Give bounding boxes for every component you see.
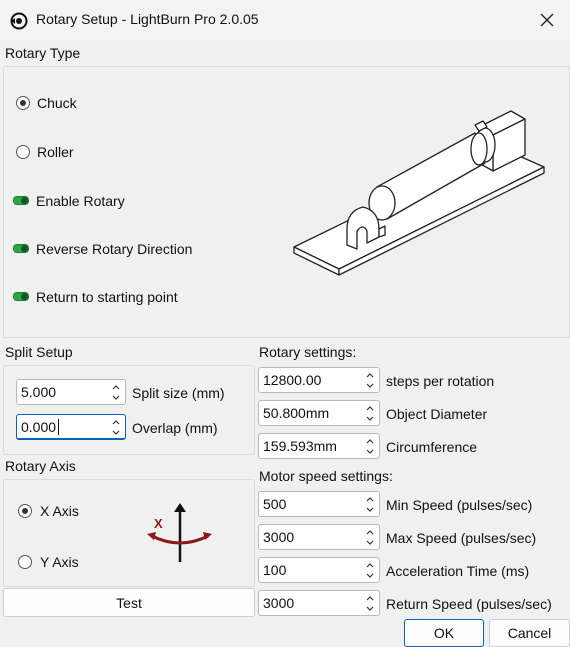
chevron-up-icon[interactable] [365,436,375,446]
rotary-axis-label: Rotary Axis [5,458,76,474]
overlap-spinner[interactable] [108,416,124,438]
chevron-down-icon[interactable] [365,447,375,457]
roller-radio[interactable] [16,145,30,159]
chuck-rotary-illustration [293,110,545,276]
chuck-label: Chuck [37,95,77,111]
chevron-up-icon[interactable] [365,494,375,504]
chevron-down-icon[interactable] [365,571,375,581]
min-speed-input[interactable]: 500 [258,491,380,517]
chevron-up-icon[interactable] [365,560,375,570]
chevron-down-icon[interactable] [365,538,375,548]
max-speed-input[interactable]: 3000 [258,524,380,550]
max-speed-spinner[interactable] [362,526,378,548]
reverse-direction-label: Reverse Rotary Direction [36,241,193,257]
object-diameter-label: Object Diameter [386,406,488,422]
circumference-label: Circumference [386,439,478,455]
steps-per-rotation-input[interactable]: 12800.00 [258,367,380,393]
rotation-axis-diagram-icon: X [147,503,212,562]
return-speed-label: Return Speed (pulses/sec) [386,596,552,612]
test-button[interactable]: Test [3,588,255,617]
lightburn-logo-icon [10,12,28,30]
chevron-up-icon[interactable] [365,527,375,537]
chevron-down-icon[interactable] [365,414,375,424]
motor-speed-label: Motor speed settings: [259,468,393,484]
rotary-settings-label: Rotary settings: [259,344,357,360]
chevron-up-icon[interactable] [111,417,121,427]
steps-per-rotation-label: steps per rotation [386,373,495,389]
axis-letter: X [154,516,163,531]
min-speed-spinner[interactable] [362,493,378,515]
enable-rotary-label: Enable Rotary [36,193,125,209]
chevron-up-icon[interactable] [365,593,375,603]
diameter-spinner[interactable] [362,402,378,424]
split-size-spinner[interactable] [108,381,124,403]
chevron-down-icon[interactable] [365,604,375,614]
chevron-up-icon[interactable] [365,370,375,380]
chevron-down-icon[interactable] [111,393,121,403]
enable-rotary-toggle[interactable] [13,196,29,205]
y-axis-label: Y Axis [40,554,79,570]
object-diameter-input[interactable]: 50.800mm [258,400,380,426]
y-axis-radio[interactable] [18,555,32,569]
return-to-start-label: Return to starting point [36,289,178,305]
chevron-down-icon[interactable] [111,428,121,438]
chuck-radio[interactable] [16,96,30,110]
return-to-start-toggle[interactable] [13,292,29,301]
chevron-down-icon[interactable] [365,381,375,391]
title-bar: Rotary Setup - LightBurn Pro 2.0.05 [0,0,570,40]
circumference-spinner[interactable] [362,435,378,457]
steps-spinner[interactable] [362,369,378,391]
window-title: Rotary Setup - LightBurn Pro 2.0.05 [36,11,259,27]
min-speed-label: Min Speed (pulses/sec) [386,497,533,513]
x-axis-radio[interactable] [18,504,32,518]
max-speed-label: Max Speed (pulses/sec) [386,530,537,546]
acceleration-time-label: Acceleration Time (ms) [386,563,530,579]
circumference-input[interactable]: 159.593mm [258,433,380,459]
cancel-button[interactable]: Cancel [489,619,570,647]
return-speed-input[interactable]: 3000 [258,590,380,616]
roller-label: Roller [37,144,74,160]
overlap-label: Overlap (mm) [132,420,218,436]
rotary-type-label: Rotary Type [5,45,81,61]
reverse-direction-toggle[interactable] [13,244,29,253]
rotary-type-panel: Chuck Roller Enable Rotary Reverse Rotar… [3,66,570,338]
x-axis-label: X Axis [40,503,79,519]
split-setup-label: Split Setup [5,344,73,360]
close-icon [540,13,554,27]
overlap-input[interactable]: 0.000 [16,414,126,440]
acceleration-time-input[interactable]: 100 [258,557,380,583]
return-speed-spinner[interactable] [362,592,378,614]
close-button[interactable] [524,0,570,40]
rotary-axis-panel: X Axis Y Axis X [3,479,255,587]
ok-button[interactable]: OK [404,619,484,647]
chevron-up-icon[interactable] [365,403,375,413]
split-size-label: Split size (mm) [132,385,225,401]
text-caret [58,419,59,435]
split-size-input[interactable]: 5.000 [16,379,126,405]
chevron-up-icon[interactable] [111,382,121,392]
chevron-down-icon[interactable] [365,505,375,515]
acceleration-spinner[interactable] [362,559,378,581]
